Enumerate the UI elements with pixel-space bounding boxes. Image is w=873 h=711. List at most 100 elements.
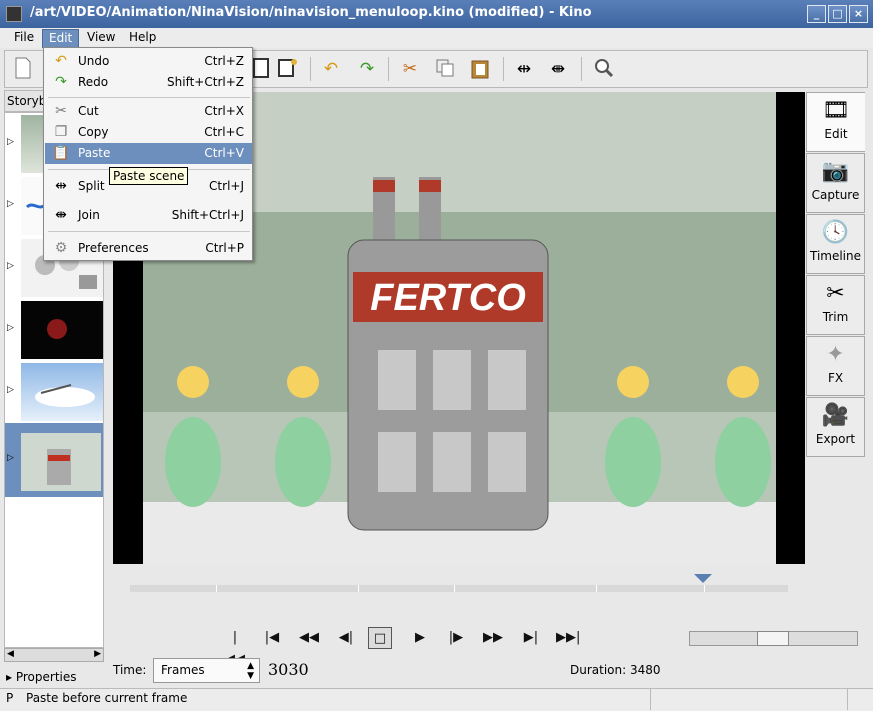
join-icon: ⇼ [55, 207, 67, 223]
expand-arrow-icon[interactable]: ▷ [7, 453, 14, 463]
status-shortcut: P [6, 691, 14, 705]
duration-value: Duration: 3480 [570, 663, 661, 677]
zoom-icon[interactable] [592, 57, 616, 81]
storyboard-clip[interactable]: ▷ [5, 361, 103, 423]
menu-separator [48, 97, 250, 98]
menu-item-join[interactable]: ⇼ Join Shift+Ctrl+J [45, 205, 252, 226]
tab-export[interactable]: 🎥 Export [806, 397, 865, 457]
paste-icon[interactable] [468, 57, 492, 81]
film-effect-icon[interactable] [275, 57, 299, 81]
tab-trim[interactable]: ✂ Trim [806, 275, 865, 335]
tab-fx-label: FX [827, 371, 844, 385]
menu-item-label: Redo [78, 75, 109, 89]
minimize-button[interactable]: _ [807, 5, 826, 23]
sparkle-icon: ✦ [826, 342, 845, 367]
fast-forward-button[interactable]: ▶▶ [481, 627, 505, 649]
clip-thumbnail[interactable] [21, 301, 103, 359]
menu-item-shortcut: Ctrl+P [205, 241, 244, 255]
rewind-button[interactable]: ◀◀ [297, 627, 321, 649]
time-format-select[interactable]: Frames ▲ ▼ [153, 658, 260, 683]
menu-item-preferences[interactable]: ⚙ Preferences Ctrl+P [45, 238, 252, 259]
time-format-value: Frames [161, 663, 205, 677]
scene-boundary [704, 585, 705, 592]
menu-item-shortcut: Ctrl+J [209, 179, 244, 193]
preferences-icon: ⚙ [54, 240, 68, 256]
scissors-icon[interactable]: ✂ [398, 57, 422, 81]
undo-icon: ↶ [55, 53, 67, 69]
menu-item-shortcut: Shift+Ctrl+J [171, 208, 244, 222]
storyboard-clip-selected[interactable]: ▷ [5, 423, 103, 497]
menu-item-cut[interactable]: ✂ Cut Ctrl+X [45, 101, 252, 122]
shuttle-slider-handle[interactable] [757, 631, 789, 646]
scroll-right-arrow-icon[interactable]: ▶ [94, 649, 101, 659]
expand-arrow-icon[interactable]: ▷ [7, 385, 14, 395]
tab-fx[interactable]: ✦ FX [806, 336, 865, 396]
tab-timeline[interactable]: 🕓 Timeline [806, 214, 865, 274]
menu-separator [48, 231, 250, 232]
close-button[interactable]: × [849, 5, 868, 23]
maximize-button[interactable]: □ [828, 5, 847, 23]
menu-item-paste[interactable]: 📋 Paste Ctrl+V [45, 143, 252, 164]
scissors-icon: ✂ [55, 103, 67, 119]
tab-edit[interactable]: 🎞 Edit [806, 92, 865, 152]
expand-arrow-icon[interactable]: ▷ [7, 199, 14, 209]
scene-boundary [358, 585, 359, 592]
tab-export-label: Export [815, 432, 856, 446]
menu-item-label: Split [78, 179, 105, 193]
tab-timeline-label: Timeline [809, 249, 862, 263]
window-title: /art/VIDEO/Animation/NinaVision/ninavisi… [30, 5, 592, 20]
scroll-left-arrow-icon[interactable]: ◀ [7, 649, 14, 659]
toolbar-separator [310, 57, 311, 81]
status-divider [650, 688, 651, 710]
time-label: Time: [113, 663, 147, 677]
clip-thumbnail[interactable] [21, 433, 101, 491]
expand-arrow-icon[interactable]: ▷ [7, 323, 14, 333]
storyboard-clip[interactable]: ▷ [5, 299, 103, 361]
menu-view[interactable]: View [81, 29, 121, 48]
previous-frame-button[interactable]: ◀| [334, 627, 358, 649]
copy-icon: ❐ [54, 124, 68, 140]
menu-item-redo[interactable]: ↷ Redo Shift+Ctrl+Z [45, 72, 252, 93]
tooltip: Paste scene [109, 167, 189, 185]
join-icon[interactable]: ⇼ [546, 57, 570, 81]
next-frame-button[interactable]: |▶ [444, 627, 468, 649]
menu-help[interactable]: Help [123, 29, 162, 48]
edit-menu-dropdown: ↶ Undo Ctrl+Z ↷ Redo Shift+Ctrl+Z ✂ Cut … [43, 47, 253, 261]
expand-arrow-icon[interactable]: ▷ [7, 137, 14, 147]
menu-item-label: Join [78, 208, 100, 222]
tab-capture[interactable]: 📷 Capture [806, 153, 865, 213]
split-icon: ⇹ [55, 178, 67, 194]
status-bar: P Paste before current frame [0, 688, 873, 711]
expand-arrow-icon[interactable]: ▷ [7, 261, 14, 271]
timeline-scrubber[interactable] [130, 585, 788, 592]
scene-boundary [216, 585, 217, 592]
new-file-icon[interactable] [11, 57, 35, 81]
spin-arrows-icon[interactable]: ▲ ▼ [247, 661, 254, 681]
next-scene-button[interactable]: ▶| [519, 627, 543, 649]
split-icon[interactable]: ⇹ [512, 57, 536, 81]
camera-icon: 📷 [821, 159, 850, 184]
menu-file[interactable]: File [8, 29, 40, 48]
menu-item-copy[interactable]: ❐ Copy Ctrl+C [45, 122, 252, 143]
previous-scene-button[interactable]: |◀ [260, 627, 284, 649]
current-frame-value[interactable]: 3030 [268, 660, 309, 679]
clip-thumbnail[interactable] [21, 363, 103, 421]
export-icon: 🎥 [821, 403, 850, 428]
playhead-marker[interactable] [694, 574, 713, 583]
stop-button[interactable]: □ [368, 627, 392, 649]
copy-icon[interactable] [433, 57, 457, 81]
toolbar-separator [581, 57, 582, 81]
toolbar-separator [388, 57, 389, 81]
properties-expander[interactable]: ▸ Properties [6, 670, 77, 684]
expand-arrow-icon[interactable]: ▸ [6, 670, 16, 684]
undo-icon[interactable]: ↶ [319, 57, 343, 81]
menu-item-label: Cut [78, 104, 99, 118]
play-button[interactable]: ▶ [408, 627, 432, 649]
last-scene-button[interactable]: ▶▶| [556, 627, 580, 649]
menu-edit[interactable]: Edit [42, 29, 80, 48]
storyboard-scrollbar[interactable]: ◀ ▶ [4, 648, 104, 662]
scene-boundary [454, 585, 455, 592]
menu-item-undo[interactable]: ↶ Undo Ctrl+Z [45, 51, 252, 72]
redo-icon[interactable]: ↷ [355, 57, 379, 81]
first-scene-button[interactable]: |◀◀ [223, 627, 247, 667]
